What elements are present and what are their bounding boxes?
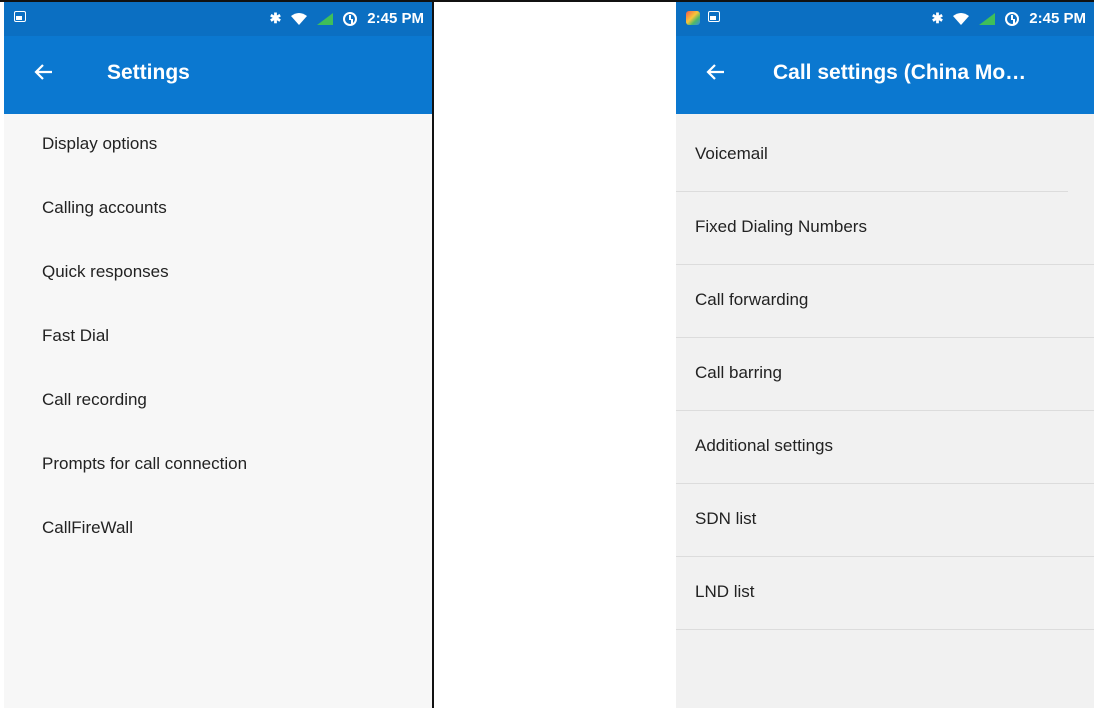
call-settings-screen: ✱ 2:45 PM Call settings (China Mo… Voice… [676, 2, 1094, 708]
list-item-lnd-list[interactable]: LND list [676, 557, 1094, 630]
list-item-call-forwarding[interactable]: Call forwarding [676, 265, 1094, 338]
list-item-callfirewall[interactable]: CallFireWall [4, 498, 432, 562]
settings-screen: ✱ 2:45 PM Settings Display options Calli… [4, 2, 434, 708]
back-arrow-icon[interactable] [704, 60, 728, 84]
alarm-icon [343, 11, 358, 26]
list-item-quick-responses[interactable]: Quick responses [4, 242, 432, 306]
page-title: Call settings (China Mo… [773, 61, 1027, 84]
list-item-calling-accounts[interactable]: Calling accounts [4, 178, 432, 242]
list-item-additional-settings[interactable]: Additional settings [676, 411, 1094, 484]
wifi-icon [291, 12, 308, 25]
list-item-sdn-list[interactable]: SDN list [676, 484, 1094, 557]
list-item-display-options[interactable]: Display options [4, 114, 432, 178]
status-bar: ✱ 2:45 PM [676, 2, 1094, 36]
wifi-icon [953, 12, 970, 25]
list-item-fast-dial[interactable]: Fast Dial [4, 306, 432, 370]
status-time: 2:45 PM [367, 10, 424, 27]
app-icon [686, 11, 700, 25]
page-title: Settings [107, 61, 190, 84]
status-bar: ✱ 2:45 PM [4, 2, 432, 36]
bluetooth-icon: ✱ [931, 10, 944, 26]
signal-icon [317, 12, 334, 25]
bluetooth-icon: ✱ [269, 10, 282, 26]
app-bar: Settings [4, 36, 432, 114]
gallery-icon [14, 11, 26, 22]
list-item-call-barring[interactable]: Call barring [676, 338, 1094, 411]
signal-icon [979, 12, 996, 25]
alarm-icon [1005, 11, 1020, 26]
settings-list: Display options Calling accounts Quick r… [4, 114, 432, 562]
call-settings-list: Voicemail Fixed Dialing Numbers Call for… [676, 119, 1094, 630]
list-item-fixed-dialing-numbers[interactable]: Fixed Dialing Numbers [676, 192, 1094, 265]
app-bar: Call settings (China Mo… [676, 36, 1094, 114]
gallery-icon [708, 11, 720, 22]
list-item-voicemail[interactable]: Voicemail [676, 119, 1094, 192]
list-item-call-recording[interactable]: Call recording [4, 370, 432, 434]
back-arrow-icon[interactable] [32, 60, 56, 84]
status-time: 2:45 PM [1029, 10, 1086, 27]
list-item-prompts-call-connection[interactable]: Prompts for call connection [4, 434, 432, 498]
